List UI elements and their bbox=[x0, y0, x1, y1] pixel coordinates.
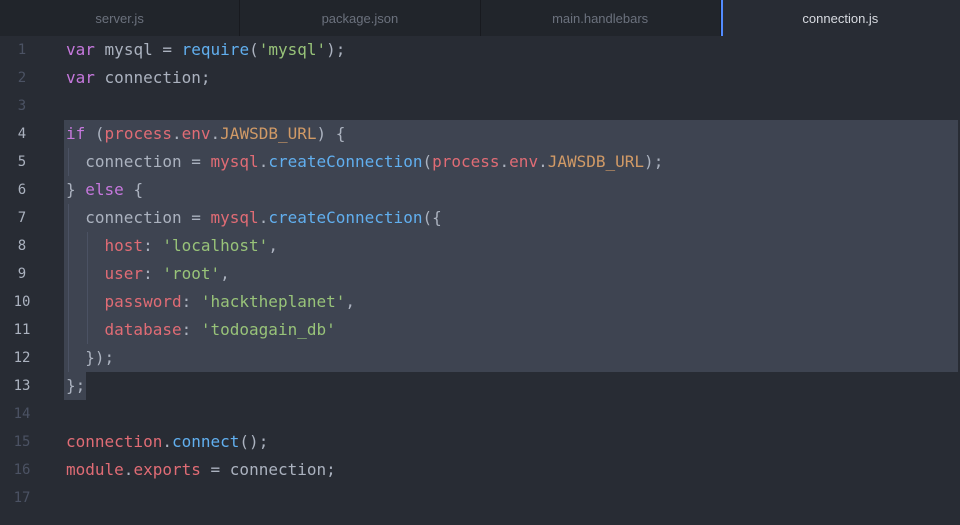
tab-main-handlebars[interactable]: main.handlebars bbox=[481, 0, 721, 36]
line-number: 14 bbox=[13, 406, 31, 422]
line-content: if (process.env.JAWSDB_URL) { bbox=[64, 120, 958, 148]
code-line[interactable]: 10 password: 'hacktheplanet', bbox=[0, 288, 960, 316]
line-content: var mysql = require('mysql'); bbox=[66, 36, 345, 64]
line-number: 8 bbox=[17, 238, 27, 254]
code-line[interactable]: 15 connection.connect(); bbox=[0, 428, 960, 456]
code-text: connection.connect(); bbox=[66, 432, 269, 451]
line-number: 12 bbox=[13, 350, 31, 366]
code-area[interactable]: 1 var mysql = require('mysql'); 2 var conne… bbox=[0, 36, 960, 525]
line-content: password: 'hacktheplanet', bbox=[64, 288, 958, 316]
line-content: connection.connect(); bbox=[66, 428, 268, 456]
code-line[interactable]: 4 if (process.env.JAWSDB_URL) { bbox=[0, 120, 960, 148]
code-line[interactable]: 8 host: 'localhost', bbox=[0, 232, 960, 260]
code-text: database: 'todoagain_db' bbox=[66, 316, 336, 344]
code-line[interactable]: 7 connection = mysql.createConnection({ bbox=[0, 204, 960, 232]
tab-bar: server.js package.json main.handlebars c… bbox=[0, 0, 960, 36]
line-content: database: 'todoagain_db' bbox=[64, 316, 958, 344]
line-number: 4 bbox=[17, 126, 27, 142]
line-number: 3 bbox=[17, 98, 27, 114]
code-text: connection = mysql.createConnection({ bbox=[66, 204, 442, 232]
code-line[interactable]: 3 bbox=[0, 92, 960, 120]
line-content: }); bbox=[64, 344, 958, 372]
code-text: module.exports = connection; bbox=[66, 460, 336, 479]
line-number: 13 bbox=[13, 378, 31, 394]
code-text: var mysql = require('mysql'); bbox=[66, 40, 346, 59]
line-content: user: 'root', bbox=[64, 260, 958, 288]
code-line[interactable]: 13}; bbox=[0, 372, 960, 400]
code-editor[interactable]: server.js package.json main.handlebars c… bbox=[0, 0, 960, 525]
line-content: connection = mysql.createConnection(proc… bbox=[64, 148, 958, 176]
tab-connection-js[interactable]: connection.js bbox=[720, 0, 960, 36]
code-text: password: 'hacktheplanet', bbox=[66, 288, 355, 316]
tab-server-js[interactable]: server.js bbox=[0, 0, 241, 36]
code-text: }; bbox=[66, 376, 86, 395]
code-text: } else { bbox=[66, 180, 144, 199]
code-text: if (process.env.JAWSDB_URL) { bbox=[66, 124, 346, 143]
line-content: host: 'localhost', bbox=[64, 232, 958, 260]
code-text: host: 'localhost', bbox=[66, 232, 278, 260]
line-content: } else { bbox=[64, 176, 958, 204]
line-content: var connection; bbox=[66, 64, 211, 92]
code-line[interactable]: 9 user: 'root', bbox=[0, 260, 960, 288]
line-number: 15 bbox=[13, 434, 31, 450]
tab-package-json[interactable]: package.json bbox=[240, 0, 481, 36]
code-text: connection = mysql.createConnection(proc… bbox=[66, 148, 663, 176]
code-line[interactable]: 11 database: 'todoagain_db' bbox=[0, 316, 960, 344]
line-content: module.exports = connection; bbox=[66, 456, 336, 484]
line-number: 7 bbox=[17, 210, 27, 226]
code-line[interactable]: 12 }); bbox=[0, 344, 960, 372]
line-content: }; bbox=[64, 372, 86, 400]
line-number: 1 bbox=[17, 42, 27, 58]
code-text: }); bbox=[66, 344, 114, 372]
line-number: 5 bbox=[17, 154, 27, 170]
line-number: 2 bbox=[17, 70, 27, 86]
line-content: connection = mysql.createConnection({ bbox=[64, 204, 958, 232]
line-number: 16 bbox=[13, 462, 31, 478]
line-number: 6 bbox=[17, 182, 27, 198]
line-number: 11 bbox=[13, 322, 31, 338]
code-line[interactable]: 17 bbox=[0, 484, 960, 512]
selection-highlight bbox=[64, 344, 958, 372]
code-line[interactable]: 5 connection = mysql.createConnection(pr… bbox=[0, 148, 960, 176]
code-line[interactable]: 6 } else { bbox=[0, 176, 960, 204]
line-number: 10 bbox=[13, 294, 31, 310]
code-line[interactable]: 14 bbox=[0, 400, 960, 428]
code-text: user: 'root', bbox=[66, 260, 230, 288]
line-number: 9 bbox=[17, 266, 27, 282]
code-text: var connection; bbox=[66, 68, 211, 87]
code-line[interactable]: 16 module.exports = connection; bbox=[0, 456, 960, 484]
code-line[interactable]: 2 var connection; bbox=[0, 64, 960, 92]
code-line[interactable]: 1 var mysql = require('mysql'); bbox=[0, 36, 960, 64]
selection-highlight bbox=[64, 176, 958, 204]
line-number: 17 bbox=[13, 490, 31, 506]
